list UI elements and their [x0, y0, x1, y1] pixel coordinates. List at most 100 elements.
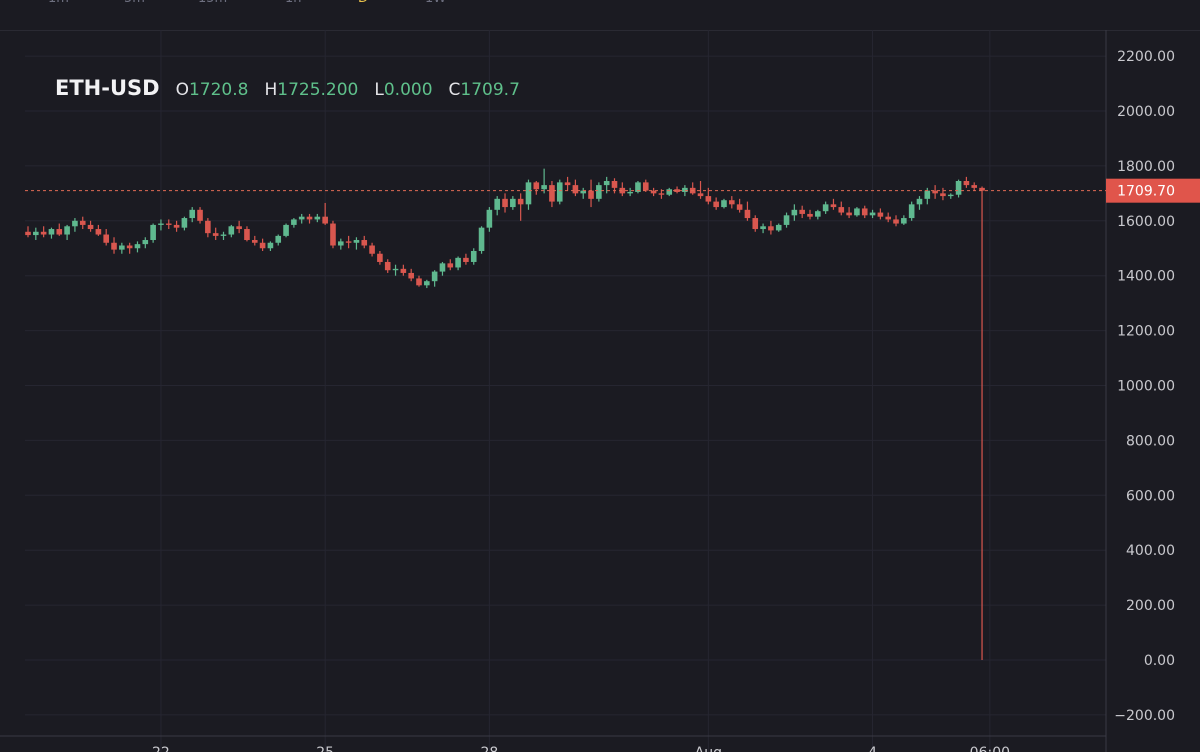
- candle-body: [682, 187, 688, 192]
- candle-body: [783, 215, 790, 225]
- candle-body: [251, 240, 258, 243]
- candle-body: [72, 220, 78, 227]
- candle-body: [494, 198, 500, 210]
- candle-body: [400, 268, 407, 273]
- x-tick-label: Aug: [695, 745, 722, 752]
- candle-body: [697, 193, 704, 197]
- candle-body: [384, 261, 391, 271]
- candle-body: [361, 240, 368, 246]
- candle-body: [799, 209, 805, 214]
- candle-body: [963, 180, 970, 186]
- candle-body: [181, 218, 188, 228]
- candle-body: [916, 198, 923, 205]
- close-value: 1709.7: [460, 80, 520, 100]
- candle-body: [165, 223, 172, 225]
- y-tick-label: 1200.00: [1117, 324, 1175, 340]
- candle-body: [556, 182, 563, 202]
- candle-body: [596, 185, 602, 199]
- ohlc-legend: ETH-USD O 1720.8 H 1725.200 L 0.000 C 1709.7: [55, 76, 536, 104]
- candle-body: [228, 226, 235, 235]
- candle-body: [369, 245, 375, 254]
- candle-body: [611, 180, 618, 188]
- low-value: 0.000: [383, 80, 433, 100]
- candle-body: [588, 190, 594, 199]
- x-tick-label: 4: [868, 745, 877, 752]
- candle-body: [846, 212, 852, 216]
- candle-body: [822, 204, 829, 212]
- candle-body: [869, 212, 876, 216]
- candle-body: [33, 231, 39, 236]
- last-price-label: 1709.70: [1117, 184, 1175, 200]
- time-axis[interactable]: 22 25 28 Aug 4 06:00: [152, 745, 1010, 752]
- candle-body: [267, 242, 274, 249]
- candle-body: [119, 245, 125, 250]
- last-price-tag: 1709.70: [1106, 178, 1200, 203]
- candle-body: [447, 263, 454, 268]
- candle-body: [713, 201, 719, 208]
- candle-body: [158, 223, 164, 225]
- candle-body: [470, 250, 477, 262]
- symbol-name[interactable]: ETH-USD: [55, 76, 160, 100]
- candle-body: [893, 219, 899, 224]
- candle-body: [736, 204, 743, 210]
- candle-body: [486, 209, 493, 228]
- y-tick-label: −200.00: [1114, 708, 1175, 724]
- candle-body: [908, 204, 915, 219]
- candle-body: [502, 198, 508, 208]
- candle-body: [392, 268, 399, 271]
- candle-body: [220, 234, 227, 236]
- candle-body: [744, 209, 751, 219]
- candle-body: [830, 204, 837, 208]
- y-tick-label: 1600.00: [1117, 214, 1175, 230]
- candle-body: [353, 240, 360, 243]
- y-tick-label: 400.00: [1126, 543, 1175, 559]
- candle-body: [760, 226, 766, 230]
- candle-body: [205, 220, 211, 234]
- candle-body: [150, 224, 156, 241]
- x-tick-label: 25: [316, 745, 334, 752]
- candle-body: [439, 263, 446, 272]
- candle-body: [752, 218, 759, 230]
- candle-body: [87, 224, 94, 230]
- candle-body: [338, 241, 344, 246]
- candle-body: [455, 257, 461, 268]
- candle-body: [25, 231, 31, 236]
- candle-body: [79, 220, 86, 225]
- grid: [0, 30, 1107, 752]
- candle-body: [627, 191, 633, 194]
- candle-body: [56, 229, 63, 235]
- candle-body: [775, 224, 782, 231]
- candle-body: [807, 213, 813, 217]
- candle-body: [424, 281, 430, 286]
- price-axis[interactable]: 2200.00 2000.00 1800.00 1600.00 1400.00 1200.…: [1114, 49, 1175, 724]
- y-tick-label: 1000.00: [1117, 379, 1175, 395]
- candle-body: [729, 200, 735, 205]
- candle-body: [947, 194, 954, 197]
- candle-body: [134, 244, 141, 249]
- candle-body: [549, 185, 555, 202]
- open-value: 1720.8: [188, 80, 249, 100]
- candle-body: [95, 229, 102, 235]
- candle-body: [658, 193, 665, 195]
- x-tick-label: 28: [480, 745, 498, 752]
- candlestick-chart[interactable]: 2200.00 2000.00 1800.00 1600.00 1400.00 1200.…: [0, 0, 1200, 752]
- y-tick-label: 2200.00: [1117, 49, 1175, 65]
- candle-body: [924, 190, 931, 199]
- candle-body: [877, 212, 884, 217]
- candle-body: [173, 224, 180, 228]
- candle-body: [408, 272, 414, 279]
- candle-body: [345, 241, 352, 243]
- candle-body: [283, 224, 289, 236]
- candle-body: [564, 182, 571, 186]
- candle-body: [103, 234, 109, 243]
- candle-body: [642, 182, 649, 191]
- y-tick-label: 200.00: [1126, 598, 1175, 614]
- y-tick-label: 800.00: [1126, 433, 1175, 449]
- candle-body: [291, 219, 297, 225]
- y-tick-label: 2000.00: [1117, 104, 1175, 120]
- candle-body: [126, 245, 133, 249]
- candle-body: [854, 208, 860, 216]
- candle-body: [478, 227, 485, 251]
- candle-body: [142, 240, 149, 245]
- high-value: 1725.200: [277, 80, 359, 100]
